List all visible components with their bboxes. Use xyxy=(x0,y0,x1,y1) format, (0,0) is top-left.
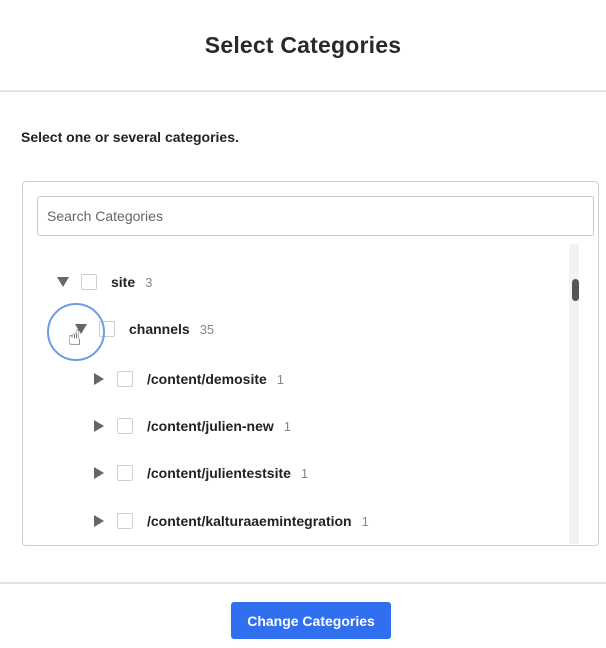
dialog-title: Select Categories xyxy=(204,31,402,58)
tree-item-count: 1 xyxy=(300,465,309,481)
caret-down-icon[interactable] xyxy=(55,274,71,290)
tree-item-site: site 3 xyxy=(55,270,152,294)
change-categories-button[interactable]: Change Categories xyxy=(231,602,391,639)
caret-right-icon[interactable] xyxy=(91,418,107,434)
scrollbar-thumb[interactable] xyxy=(572,279,579,301)
tree-item-label: /content/julien-new xyxy=(147,418,274,434)
caret-right-icon[interactable] xyxy=(91,465,107,481)
tree-item-label: site xyxy=(111,274,136,290)
tree-item-count: 35 xyxy=(199,321,215,337)
checkbox-julien-new[interactable] xyxy=(117,418,133,434)
tree-item-channels: channels 35 xyxy=(73,317,214,341)
checkbox-demosite[interactable] xyxy=(117,371,133,387)
category-tree-panel: site 3 channels 35 /content/demosite 1 /… xyxy=(22,181,599,546)
checkbox-kalturaaemintegration[interactable] xyxy=(117,513,133,529)
dialog-header: Select Categories xyxy=(0,0,606,92)
tree-item-label: /content/demosite xyxy=(147,371,267,387)
tree-item-demosite: /content/demosite 1 xyxy=(91,367,284,391)
tree-item-count: 3 xyxy=(145,274,153,290)
checkbox-julientestsite[interactable] xyxy=(117,465,133,481)
search-categories-input[interactable] xyxy=(37,196,594,236)
select-categories-dialog: Select Categories Select one or several … xyxy=(0,0,606,648)
checkbox-channels[interactable] xyxy=(99,321,115,337)
tree-item-count: 1 xyxy=(276,371,285,387)
footer-divider xyxy=(0,582,606,584)
checkbox-site[interactable] xyxy=(81,274,97,290)
caret-down-icon[interactable] xyxy=(73,321,89,337)
tree-item-kalturaaemintegration: /content/kalturaaemintegration 1 xyxy=(91,509,369,533)
caret-right-icon[interactable] xyxy=(91,371,107,387)
tree-item-count: 1 xyxy=(361,513,369,529)
tree-item-count: 1 xyxy=(283,418,292,434)
tree-item-julientestsite: /content/julientestsite 1 xyxy=(91,461,308,485)
caret-right-icon[interactable] xyxy=(91,513,107,529)
tree-item-label: /content/kalturaaemintegration xyxy=(147,513,352,529)
tree-item-julien-new: /content/julien-new 1 xyxy=(91,414,291,438)
tree-item-label: /content/julientestsite xyxy=(147,465,291,481)
tree-item-label: channels xyxy=(129,321,190,337)
instructions-text: Select one or several categories. xyxy=(21,129,239,145)
